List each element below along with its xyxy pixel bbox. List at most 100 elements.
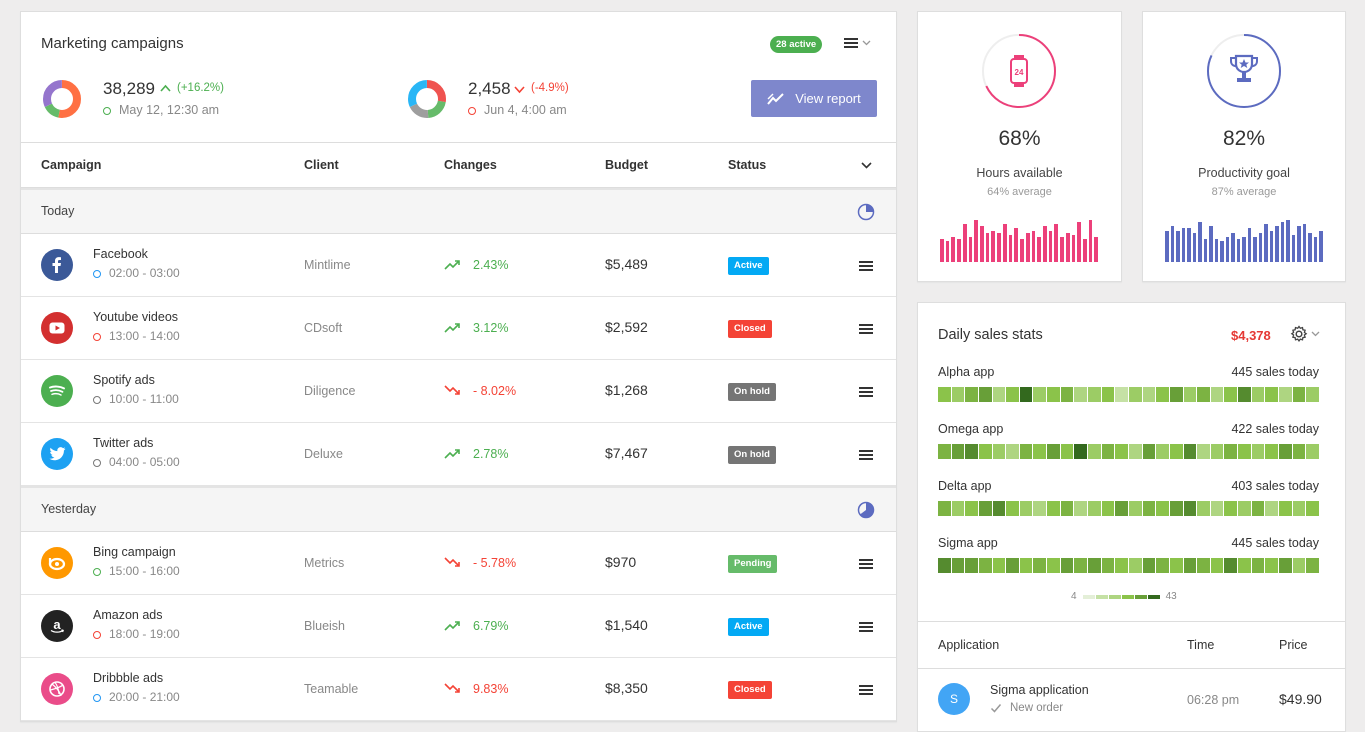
heatmap-cell xyxy=(1006,558,1019,573)
app-name: Omega app xyxy=(938,422,1004,436)
campaign-name[interactable]: Youtube videos xyxy=(93,310,178,324)
application-name[interactable]: Sigma application xyxy=(990,683,1089,697)
stat-value: 2,458 xyxy=(468,79,511,98)
sparkline-bar xyxy=(1176,230,1180,262)
heatmap-cell xyxy=(1088,444,1101,459)
heatmap-cell xyxy=(1074,558,1088,573)
heatmap-cell xyxy=(1142,558,1156,573)
table-row[interactable]: Twitter ads 04:00 - 05:00 Deluxe 2.78% $7,46… xyxy=(21,423,896,486)
row-menu-icon[interactable] xyxy=(859,323,873,338)
stat-date: May 12, 12:30 am xyxy=(119,103,220,117)
row-menu-icon[interactable] xyxy=(859,449,873,464)
status-dot xyxy=(93,694,101,702)
row-menu-icon[interactable] xyxy=(859,621,873,636)
sparkline-bar xyxy=(980,226,984,262)
sparkline-bar xyxy=(1280,222,1285,262)
trending-up-icon xyxy=(444,321,461,336)
view-report-button[interactable]: View report xyxy=(751,80,877,117)
sparkline-bar xyxy=(1082,238,1087,262)
heatmap-cell xyxy=(1306,444,1319,459)
table-row[interactable]: Facebook 02:00 - 03:00 Mintlime 2.43% $5,489… xyxy=(21,234,896,297)
column-changes: Changes xyxy=(444,158,497,172)
legend-max: 43 xyxy=(1165,591,1177,602)
avatar: S xyxy=(938,683,970,715)
table-row[interactable]: S Sigma application New order 06:28 pm $… xyxy=(918,669,1345,731)
pie-chart-icon[interactable] xyxy=(857,501,875,522)
campaign-name[interactable]: Dribbble ads xyxy=(93,671,163,685)
campaign-name[interactable]: Facebook xyxy=(93,247,148,261)
heatmap-cell xyxy=(1019,444,1033,459)
watch-24-icon: 24 xyxy=(1010,55,1028,87)
heatmap-cell xyxy=(1224,558,1238,573)
stat-change: (+16.2%) xyxy=(177,82,224,94)
heatmap-cell xyxy=(992,444,1006,459)
column-budget: Budget xyxy=(605,158,649,172)
row-menu-icon[interactable] xyxy=(859,558,873,573)
sales-total: $4,378 xyxy=(1231,328,1271,343)
heatmap-cell xyxy=(1224,387,1238,402)
change-value: 6.79% xyxy=(473,619,509,633)
change-value: 3.12% xyxy=(473,321,509,335)
pie-chart-icon[interactable] xyxy=(857,203,875,224)
sparkline-bar xyxy=(1071,234,1076,262)
table-row[interactable]: Bing campaign 15:00 - 16:00 Metrics - 5.78%… xyxy=(21,532,896,595)
group-label: Yesterday xyxy=(41,502,97,516)
status-dot xyxy=(103,107,111,115)
heatmap-cell xyxy=(938,501,951,516)
sparkline-bar xyxy=(945,241,950,262)
sparkline-bar xyxy=(1275,226,1279,262)
heatmap-cell xyxy=(1115,501,1128,516)
table-row[interactable]: a Amazon ads 18:00 - 19:00 Blueish 6.79% $1,5… xyxy=(21,595,896,658)
table-row[interactable]: Spotify ads 10:00 - 11:00 Diligence - 8.02%… xyxy=(21,360,896,423)
heatmap-cell xyxy=(1128,444,1142,459)
heatmap-cell xyxy=(1128,501,1142,516)
heatmap-cell xyxy=(1019,501,1033,516)
sparkline-bar xyxy=(1181,228,1186,262)
campaign-name[interactable]: Amazon ads xyxy=(93,608,162,622)
column-options-chevron-icon[interactable] xyxy=(861,162,872,169)
group-header: Yesterday xyxy=(21,486,896,532)
sparkline-bar xyxy=(985,232,990,262)
heatmap-cell xyxy=(1033,387,1047,402)
heatmap-cell xyxy=(1047,387,1060,402)
chart-line-icon xyxy=(767,92,784,105)
sparkline-bar xyxy=(1002,224,1007,262)
heatmap-cell xyxy=(965,444,978,459)
heatmap-cell xyxy=(1115,387,1128,402)
legend-min: 4 xyxy=(1071,591,1077,602)
campaign-name[interactable]: Spotify ads xyxy=(93,373,155,387)
client-name: Metrics xyxy=(304,556,345,570)
heatmap-cell xyxy=(1306,387,1319,402)
sparkline-bar xyxy=(1286,220,1290,262)
gear-icon xyxy=(1290,325,1308,343)
heatmap-cell xyxy=(1279,558,1292,573)
heatmap-cell xyxy=(992,558,1006,573)
panel-title: Daily sales stats xyxy=(938,327,1043,343)
sparkline-bar xyxy=(1077,222,1081,262)
heatmap-cell xyxy=(1238,558,1251,573)
campaign-name[interactable]: Bing campaign xyxy=(93,545,176,559)
table-row[interactable]: Youtube videos 13:00 - 14:00 CDsoft 3.12% $2… xyxy=(21,297,896,360)
column-client: Client xyxy=(304,158,339,172)
campaign-name[interactable]: Twitter ads xyxy=(93,436,153,450)
column-time: Time xyxy=(1187,638,1215,652)
row-menu-icon[interactable] xyxy=(859,386,873,401)
app-sales-count: 422 sales today xyxy=(1231,422,1319,436)
sparkline-bar xyxy=(1025,232,1030,262)
trending-down-icon xyxy=(444,384,461,399)
trending-down-icon xyxy=(444,682,461,697)
row-menu-icon[interactable] xyxy=(859,260,873,275)
table-row[interactable]: Dribbble ads 20:00 - 21:00 Teamable 9.83% $8… xyxy=(21,658,896,721)
client-name: Mintlime xyxy=(304,258,351,272)
sparkline-bar xyxy=(1225,236,1230,262)
settings-menu-button[interactable] xyxy=(1290,325,1320,343)
heatmap-cell xyxy=(951,558,965,573)
heatmap-cell xyxy=(1128,387,1142,402)
client-name: CDsoft xyxy=(304,321,343,335)
heatmap-cell xyxy=(1183,558,1197,573)
panel-menu-button[interactable] xyxy=(844,37,871,49)
heatmap-legend: 4 43 xyxy=(1071,591,1177,602)
row-menu-icon[interactable] xyxy=(859,684,873,699)
sparkline-bar xyxy=(951,236,956,262)
sparkline-bar xyxy=(1170,226,1175,262)
